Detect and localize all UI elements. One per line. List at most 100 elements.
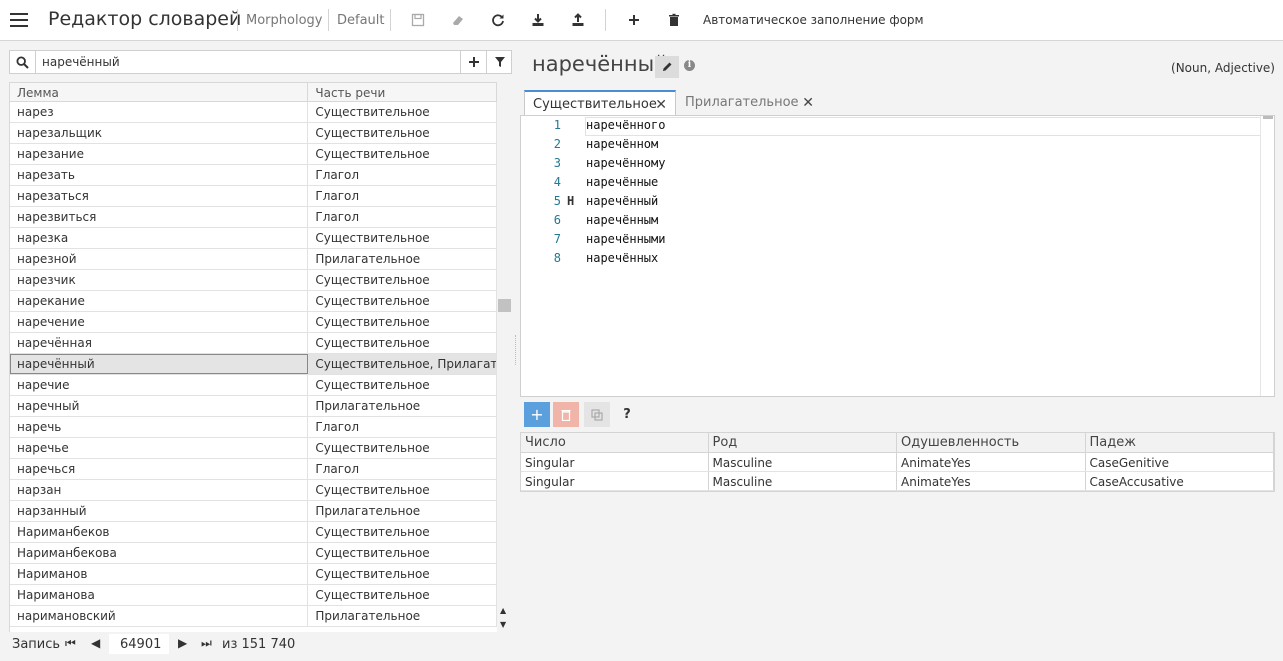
scroll-down-arrow-icon[interactable]: ▼ xyxy=(500,620,506,629)
help-button[interactable]: ? xyxy=(614,402,640,427)
add-lemma-button[interactable] xyxy=(460,51,486,73)
first-page-icon[interactable]: ⏮ xyxy=(65,636,76,651)
lemma-cell: нарезать xyxy=(10,165,309,185)
table-row[interactable]: наримановский Прилагательное xyxy=(10,606,497,627)
table-row[interactable]: наречь Глагол xyxy=(10,417,497,438)
table-row[interactable]: Singular Masculine AnimateYes CaseGenitive xyxy=(521,453,1274,472)
editor-line[interactable]: 8 наречённых xyxy=(521,249,1261,268)
part-of-speech-cell: Существительное xyxy=(308,102,497,122)
prev-page-icon[interactable]: ◀ xyxy=(91,636,100,650)
table-scrollbar[interactable]: ▲ ▼ xyxy=(497,82,512,632)
filter-button[interactable] xyxy=(486,51,512,73)
panel-splitter[interactable] xyxy=(515,335,518,365)
column-header-animacy[interactable]: Одушевленность xyxy=(897,433,1086,452)
tab-adjective[interactable]: Прилагательное ✕ xyxy=(677,90,822,116)
editor-line[interactable]: 7 наречёнными xyxy=(521,230,1261,249)
table-row[interactable]: наречье Существительное xyxy=(10,438,497,459)
lemma-cell: наречный xyxy=(10,396,309,416)
column-header-lemma[interactable]: Лемма xyxy=(10,83,309,101)
table-row[interactable]: наречный Прилагательное xyxy=(10,396,497,417)
table-row[interactable]: нарезаться Глагол xyxy=(10,186,497,207)
last-page-icon[interactable]: ⏭ xyxy=(201,636,212,651)
table-row[interactable]: наречение Существительное xyxy=(10,312,497,333)
table-row[interactable]: Нариманбекова Существительное xyxy=(10,543,497,564)
table-row[interactable]: наречься Глагол xyxy=(10,459,497,480)
refresh-button[interactable] xyxy=(487,9,509,31)
record-pager: Запись ⏮ ◀ 64901 ▶ ⏭ из 151 740 xyxy=(0,633,515,661)
delete-grammeme-button[interactable] xyxy=(553,402,579,427)
download-button[interactable] xyxy=(527,9,549,31)
table-row[interactable]: нарезание Существительное xyxy=(10,144,497,165)
editor-line[interactable]: 5 Ннаречённый xyxy=(521,192,1261,211)
plus-icon xyxy=(468,57,479,67)
column-header-case[interactable]: Падеж xyxy=(1086,433,1274,452)
lemma-cell: наречься xyxy=(10,459,309,479)
lemma-cell: Нариманбеков xyxy=(10,522,309,542)
editor-line[interactable]: 4 наречённые xyxy=(521,173,1261,192)
table-row[interactable]: Нариманов Существительное xyxy=(10,564,497,585)
close-icon[interactable]: ✕ xyxy=(802,95,814,111)
current-record-input[interactable]: 64901 xyxy=(109,634,169,654)
editor-line[interactable]: 3 наречённому xyxy=(521,154,1261,173)
part-of-speech-cell: Существительное xyxy=(308,123,497,143)
table-row[interactable]: нарезвиться Глагол xyxy=(10,207,497,228)
table-row[interactable]: нарекание Существительное xyxy=(10,291,497,312)
table-row[interactable]: Singular Masculine AnimateYes CaseAccusativ… xyxy=(521,472,1274,491)
word-forms-editor[interactable]: 1 наречённого 2 наречённом 3 наречённому 4 наре… xyxy=(520,115,1275,397)
upload-icon xyxy=(572,13,584,26)
column-header-number[interactable]: Число xyxy=(521,433,709,452)
table-row[interactable]: Нариманбеков Существительное xyxy=(10,522,497,543)
delete-button[interactable] xyxy=(663,9,685,31)
part-of-speech-cell: Существительное xyxy=(308,228,497,248)
table-row[interactable]: нарзанный Прилагательное xyxy=(10,501,497,522)
line-number: 8 xyxy=(553,251,561,265)
editor-line[interactable]: 6 наречённым xyxy=(521,211,1261,230)
next-page-icon[interactable]: ▶ xyxy=(178,636,187,650)
breadcrumb-project[interactable]: Morphology xyxy=(246,13,322,28)
column-header-part-of-speech[interactable]: Часть речи xyxy=(308,83,497,101)
table-row[interactable]: нарзан Существительное xyxy=(10,480,497,501)
search-icon[interactable] xyxy=(10,51,36,73)
table-row[interactable]: наречённыйСуществительное, Прилагательно… xyxy=(10,354,497,375)
autofill-forms-button[interactable]: Автоматическое заполнение форм xyxy=(703,13,924,27)
editor-scrollbar[interactable] xyxy=(1260,116,1274,396)
table-row[interactable]: наречённая Существительное xyxy=(10,333,497,354)
part-of-speech-cell: Глагол xyxy=(308,207,497,227)
scroll-up-arrow-icon[interactable]: ▲ xyxy=(500,606,506,615)
edit-word-button[interactable] xyxy=(655,56,679,78)
lemma-cell: Нариманова xyxy=(10,585,309,605)
add-button[interactable] xyxy=(623,9,645,31)
part-of-speech-cell: Прилагательное xyxy=(308,396,497,416)
editor-line[interactable]: 2 наречённом xyxy=(521,135,1261,154)
search-input[interactable]: наречённый xyxy=(42,55,120,69)
upload-button[interactable] xyxy=(567,9,589,31)
save-button[interactable] xyxy=(407,9,429,31)
table-row[interactable]: нарезальщик Существительное xyxy=(10,123,497,144)
copy-grammeme-button[interactable] xyxy=(584,402,610,427)
lemma-cell: нарезной xyxy=(10,249,309,269)
line-number: 3 xyxy=(553,156,561,170)
lemma-cell: нарезвиться xyxy=(10,207,309,227)
word-form: наречённый xyxy=(586,194,659,208)
info-icon[interactable]: i xyxy=(684,60,695,71)
hamburger-menu-icon[interactable] xyxy=(10,13,28,27)
table-row[interactable]: Нариманова Существительное xyxy=(10,585,497,606)
editor-line[interactable]: 1 наречённого xyxy=(521,116,1261,136)
lemma-table: Лемма Часть речи нарез Существительное нар… xyxy=(9,82,497,632)
clear-button[interactable] xyxy=(447,9,469,31)
part-of-speech-cell: Существительное, Прилагательное xyxy=(308,354,497,374)
table-row[interactable]: нарезать Глагол xyxy=(10,165,497,186)
table-row[interactable]: нарезка Существительное xyxy=(10,228,497,249)
table-row[interactable]: нарез Существительное xyxy=(10,102,497,123)
tab-noun[interactable]: Существительное ✕ xyxy=(524,90,676,116)
column-header-gender[interactable]: Род xyxy=(709,433,897,452)
table-row[interactable]: нарезной Прилагательное xyxy=(10,249,497,270)
table-row[interactable]: наречие Существительное xyxy=(10,375,497,396)
lemma-cell: нарезальщик xyxy=(10,123,309,143)
scrollbar-thumb[interactable] xyxy=(498,299,511,312)
breadcrumb-profile[interactable]: Default xyxy=(337,13,385,28)
add-grammeme-button[interactable]: + xyxy=(524,402,550,427)
table-row[interactable]: нарезчик Существительное xyxy=(10,270,497,291)
part-of-speech-cell: Существительное xyxy=(308,522,497,542)
close-icon[interactable]: ✕ xyxy=(655,97,667,113)
